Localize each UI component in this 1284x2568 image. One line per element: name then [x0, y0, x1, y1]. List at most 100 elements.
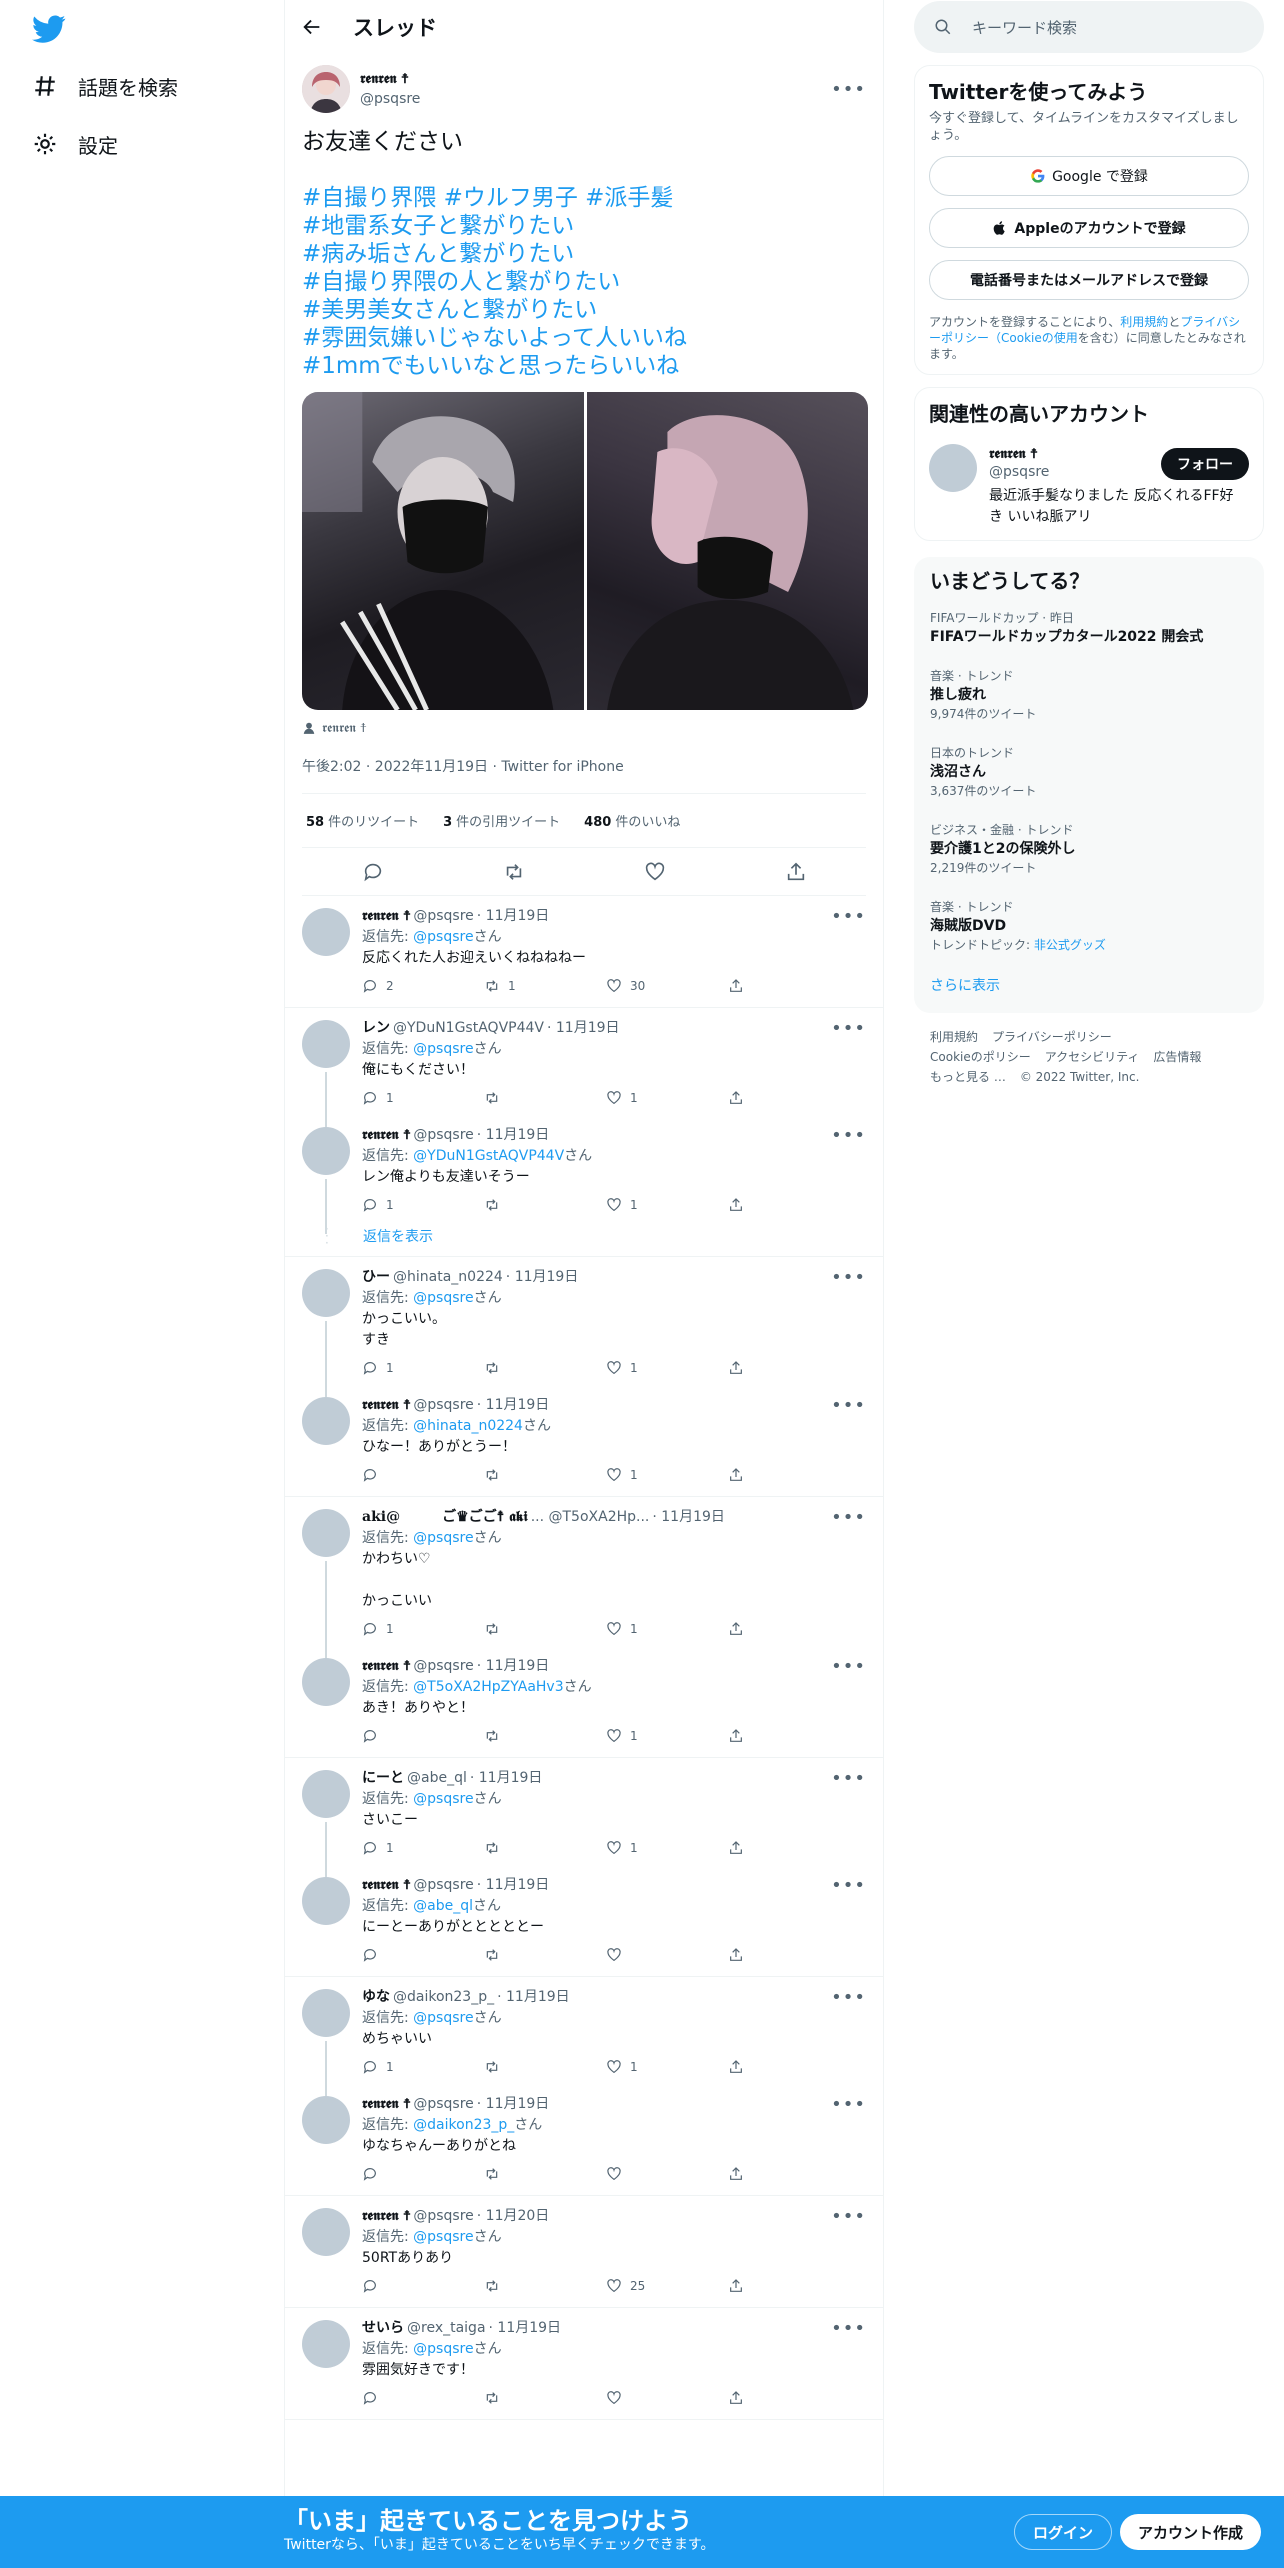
share-action[interactable] [728, 1728, 752, 1744]
reply-author-name[interactable]: 𝖗𝖊𝖓𝖗𝖊𝖓 ☨ [362, 1875, 410, 1896]
reply-action[interactable] [362, 1467, 484, 1483]
share-action[interactable] [728, 978, 752, 994]
reply-date[interactable]: · 11月19日 [506, 1267, 579, 1288]
reply-action[interactable]: 1 [362, 1358, 484, 1379]
reply-action[interactable] [362, 2390, 484, 2406]
reply-action[interactable]: 1 [362, 1619, 484, 1640]
reply-to-handle[interactable]: @psqsre [413, 1041, 473, 1057]
retweet-action[interactable]: 1 [484, 976, 606, 997]
share-action[interactable] [728, 1467, 752, 1483]
back-arrow-icon[interactable] [301, 16, 323, 38]
avatar[interactable] [302, 1509, 350, 1557]
reply-tweet[interactable]: にーと @abe_ql · 11月19日 返信先: @psqsreさん さいこー 1 1 ••… [285, 1758, 883, 1877]
retweet-action[interactable] [484, 1197, 606, 1213]
reply-action[interactable] [362, 1728, 484, 1744]
trend-item[interactable]: FIFAワールドカップ · 昨日 FIFAワールドカップカタール2022 開会式 [930, 609, 1248, 647]
reply-to-handle[interactable]: @psqsre [413, 1290, 473, 1306]
heart-action[interactable]: 1 [606, 1358, 728, 1379]
more-options-icon[interactable]: ••• [831, 1125, 866, 1146]
heart-action[interactable]: 1 [606, 1726, 728, 1747]
heart-action[interactable] [606, 2166, 728, 2182]
like-count[interactable]: 480 件のいいね [584, 811, 680, 830]
quote-count[interactable]: 3 件の引用ツイート [443, 811, 560, 830]
avatar[interactable] [302, 2208, 350, 2256]
reply-to-handle[interactable]: @psqsre [413, 1791, 473, 1807]
reply-to-handle[interactable]: @psqsre [413, 2341, 473, 2357]
more-options-icon[interactable]: ••• [831, 1507, 866, 1528]
reply-date[interactable]: · 11月19日 [470, 1768, 543, 1789]
avatar[interactable] [302, 1989, 350, 2037]
search-input[interactable]: キーワード検索 [972, 17, 1077, 38]
more-options-icon[interactable]: ••• [831, 79, 866, 100]
reply-to-handle[interactable]: @psqsre [413, 2010, 473, 2026]
retweet-icon[interactable] [503, 861, 525, 883]
trend-topic-link[interactable]: 非公式グッズ [1034, 938, 1106, 952]
footer-link[interactable]: 利用規約 [930, 1030, 978, 1044]
share-action[interactable] [728, 1090, 752, 1106]
reply-author-name[interactable]: 𝖗𝖊𝖓𝖗𝖊𝖓 ☨ [362, 906, 410, 927]
show-more-link[interactable]: さらに表示 [930, 975, 1248, 995]
reply-author-handle[interactable]: @hinata_n0224 [393, 1267, 503, 1288]
share-action[interactable] [728, 1947, 752, 1963]
tweet-photo[interactable] [302, 392, 584, 710]
heart-action[interactable]: 1 [606, 1088, 728, 1109]
reply-tweet[interactable]: レン @YDuN1GstAQVP44V · 11月19日 返信先: @psqsreさん… [285, 1008, 883, 1127]
reply-author-handle[interactable]: @psqsre [413, 1656, 473, 1677]
reply-tweet[interactable]: 𝖗𝖊𝖓𝖗𝖊𝖓 ☨ @psqsre · 11月20日 返信先: @psqsreさん 50R… [285, 2196, 883, 2303]
reply-to-handle[interactable]: @daikon23_p_ [413, 2117, 514, 2133]
reply-to-handle[interactable]: @YDuN1GstAQVP44V [413, 1148, 564, 1164]
reply-tweet[interactable]: 𝖗𝖊𝖓𝖗𝖊𝖓 ☨ @psqsre · 11月19日 返信先: @YDuN1GstAQV… [285, 1115, 883, 1234]
footer-link[interactable]: 広告情報 [1153, 1050, 1201, 1064]
retweet-action[interactable] [484, 2278, 606, 2294]
reply-to-handle[interactable]: @abe_ql [413, 1898, 473, 1914]
hashtag-line[interactable]: #病み垢さんと繋がりたい [302, 240, 866, 268]
heart-icon[interactable] [644, 861, 666, 883]
reply-date[interactable]: · 11月19日 [489, 2318, 562, 2339]
reply-action[interactable]: 1 [362, 1838, 484, 1859]
reply-action[interactable]: 1 [362, 2057, 484, 2078]
related-account[interactable]: 𝖗𝖊𝖓𝖗𝖊𝖓 ☨ @psqsre 最近派手髪なりました 反応くれるFF好き いい… [929, 444, 1249, 528]
retweet-action[interactable] [484, 1090, 606, 1106]
reply-author-handle[interactable]: @rex_taiga [407, 2318, 486, 2339]
hashtag-line[interactable]: #1mmでもいいなと思ったらいいね [302, 352, 866, 380]
more-options-icon[interactable]: ••• [831, 1656, 866, 1677]
reply-author-handle[interactable]: @daikon23_p_ [393, 1987, 494, 2008]
retweet-action[interactable] [484, 2166, 606, 2182]
reply-author-handle[interactable]: @psqsre [413, 2206, 473, 2227]
retweet-action[interactable] [484, 1467, 606, 1483]
more-options-icon[interactable]: ••• [831, 2318, 866, 2339]
reply-action[interactable] [362, 1947, 484, 1963]
trend-item[interactable]: 日本のトレンド 浅沼さん 3,637件のツイート [930, 744, 1248, 801]
reply-date[interactable]: · 11月19日 [477, 1875, 550, 1896]
more-options-icon[interactable]: ••• [831, 1267, 866, 1288]
avatar[interactable] [302, 65, 350, 113]
google-signup-button[interactable]: Google で登録 [929, 156, 1249, 196]
reply-tweet[interactable]: 𝖗𝖊𝖓𝖗𝖊𝖓 ☨ @psqsre · 11月19日 返信先: @T5oXA2HpZYA… [285, 1646, 883, 1753]
reply-author-handle[interactable]: @psqsre [413, 1125, 473, 1146]
reply-author-name[interactable]: ひー [362, 1267, 390, 1288]
avatar[interactable] [302, 908, 350, 956]
reply-author-handle[interactable]: @psqsre [413, 1875, 473, 1896]
more-options-icon[interactable]: ••• [831, 906, 866, 927]
hashtag-line[interactable]: #雰囲気嫌いじゃないよって人いいね [302, 324, 866, 352]
phone-email-signup-button[interactable]: 電話番号またはメールアドレスで登録 [929, 260, 1249, 300]
terms-link[interactable]: 利用規約 [1120, 315, 1168, 329]
reply-tweet[interactable]: ひー @hinata_n0224 · 11月19日 返信先: @psqsreさん かっこ… [285, 1257, 883, 1397]
reply-date[interactable]: · 11月19日 [652, 1507, 725, 1528]
reply-author-name[interactable]: にーと [362, 1768, 404, 1789]
author-handle[interactable]: @psqsre [360, 89, 420, 109]
footer-link[interactable]: プライバシーポリシー [992, 1030, 1112, 1044]
retweet-action[interactable] [484, 1947, 606, 1963]
nav-explore[interactable]: 話題を検索 [32, 66, 178, 106]
more-options-icon[interactable]: ••• [831, 1875, 866, 1896]
search-box[interactable]: キーワード検索 [914, 1, 1264, 53]
heart-action[interactable] [606, 1947, 728, 1963]
reply-tweet[interactable]: aki@ ご♛ごご☨ 𝖆𝖐𝖎... @T5oXA2Hp... · 11月19日 返信… [285, 1497, 883, 1658]
retweet-action[interactable] [484, 1360, 606, 1376]
reply-author-name[interactable]: 𝖗𝖊𝖓𝖗𝖊𝖓 ☨ [362, 1125, 410, 1146]
share-action[interactable] [728, 2278, 752, 2294]
show-replies-link[interactable]: · · · 返信を表示 [285, 1222, 883, 1252]
reply-action[interactable]: 1 [362, 1195, 484, 1216]
hashtag-line[interactable]: #自撮り界隈 #ウルフ男子 #派手髪 [302, 184, 866, 212]
reply-to-handle[interactable]: @psqsre [413, 2229, 473, 2245]
